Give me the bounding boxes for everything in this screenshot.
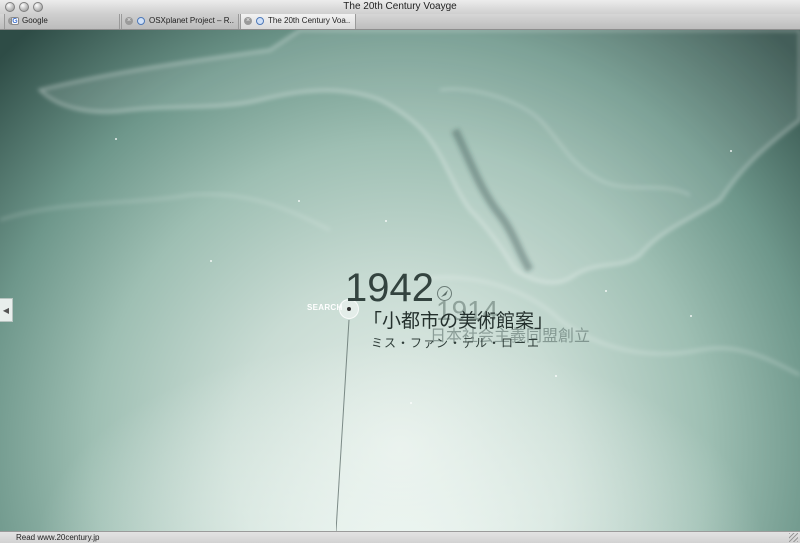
window-title-bar: The 20th Century Voayge xyxy=(0,0,800,15)
timeline-pointer xyxy=(336,320,350,531)
star xyxy=(410,402,412,404)
globe-icon xyxy=(256,17,264,25)
star xyxy=(115,138,117,140)
globe-viewport[interactable]: ◀ SEARCH 1914 日本社会主義同盟創立 1942 「小都市の美術館案」… xyxy=(0,30,800,531)
globe-icon xyxy=(137,17,145,25)
star xyxy=(605,290,607,292)
status-bar: Read www.20century.jp xyxy=(0,531,800,543)
tab-bar: × G Google × OSXplanet Project – R... × … xyxy=(0,14,800,30)
entry-subtitle: ミス・ファン・デル・ローエ xyxy=(371,336,541,350)
star xyxy=(298,200,300,202)
status-text: Read www.20century.jp xyxy=(16,533,100,542)
star xyxy=(210,260,212,262)
tab-label: Google xyxy=(22,16,48,25)
year-heading[interactable]: 1942 xyxy=(345,266,434,310)
tab-20th-century[interactable]: × The 20th Century Voa... xyxy=(240,14,356,29)
star xyxy=(690,315,692,317)
star xyxy=(385,220,387,222)
star xyxy=(730,150,732,152)
close-tab-icon[interactable]: × xyxy=(244,17,252,25)
compass-icon[interactable] xyxy=(437,286,452,301)
window-title: The 20th Century Voayge xyxy=(343,1,457,12)
close-tab-icon[interactable]: × xyxy=(125,17,133,25)
tab-label: OSXplanet Project – R... xyxy=(149,16,234,25)
tab-label: The 20th Century Voa... xyxy=(268,16,351,25)
left-arrow-icon[interactable]: ◀ xyxy=(0,298,13,322)
entry-title[interactable]: 「小都市の美術館案」 xyxy=(363,311,553,333)
search-label[interactable]: SEARCH xyxy=(307,303,343,312)
tab-google[interactable]: × G Google xyxy=(4,14,120,29)
star xyxy=(555,375,557,377)
resize-grip-icon[interactable] xyxy=(789,533,798,542)
google-icon: G xyxy=(11,17,19,25)
tab-osxplanet[interactable]: × OSXplanet Project – R... xyxy=(121,14,239,29)
